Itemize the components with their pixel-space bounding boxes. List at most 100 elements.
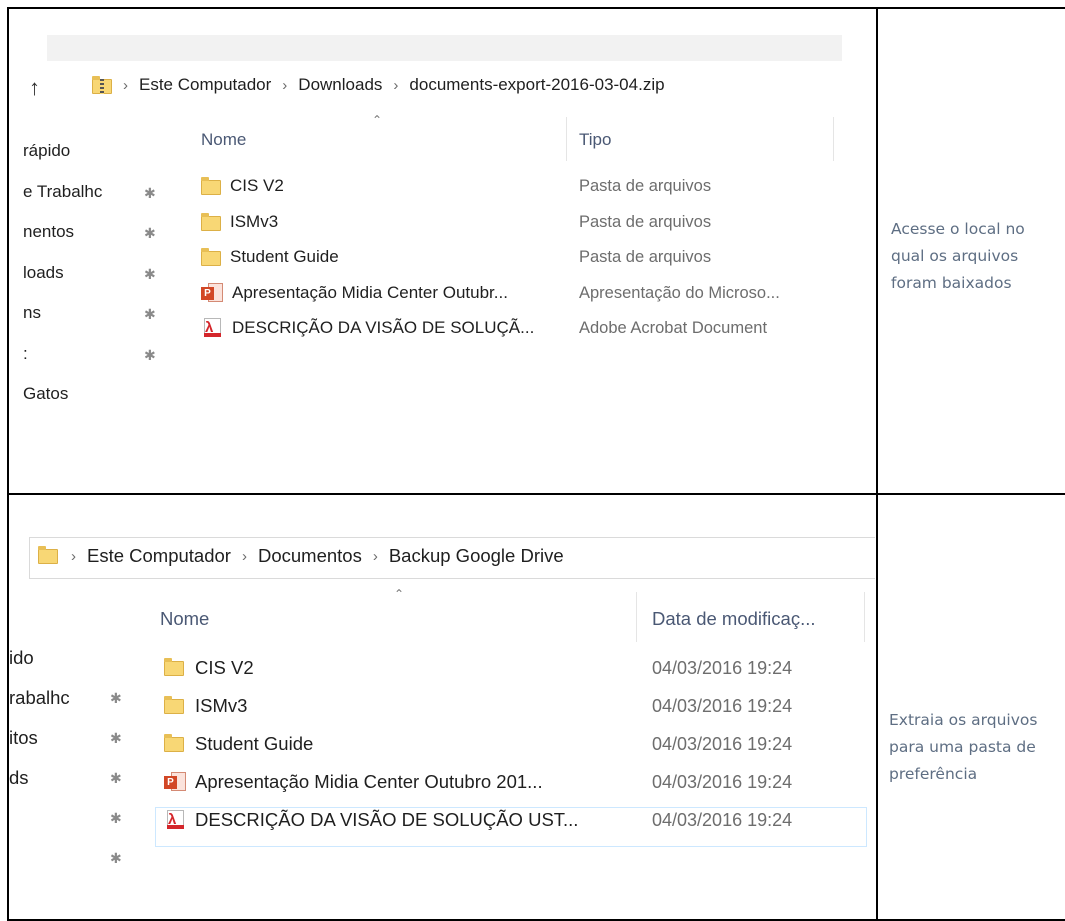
file-row[interactable]: λ DESCRIÇÃO DA VISÃO DE SOLUÇÃ... xyxy=(201,318,534,338)
file-row[interactable]: CIS V2 xyxy=(201,176,284,196)
file-type: Adobe Acrobat Document xyxy=(579,319,768,337)
file-date-modified: 04/03/2016 19:24 xyxy=(652,772,793,792)
breadcrumb-backup-google-drive[interactable]: Backup Google Drive xyxy=(389,545,564,567)
nav-item[interactable]: rápido xyxy=(23,141,70,161)
caption-line: Extraia os arquivos xyxy=(889,711,1038,729)
explorer-screenshot-backup: › Este Computador › Documentos › Backup … xyxy=(9,517,875,907)
pin-icon[interactable]: ✱ xyxy=(144,225,156,242)
pin-icon[interactable]: ✱ xyxy=(144,185,156,202)
nav-item[interactable]: : xyxy=(23,344,28,364)
file-type: Pasta de arquivos xyxy=(579,212,712,231)
caption-line: Acesse o local no xyxy=(891,220,1025,238)
folder-icon xyxy=(201,248,221,266)
sort-caret-icon: ⌃ xyxy=(394,587,405,601)
file-name: ISMv3 xyxy=(230,211,279,231)
column-divider[interactable] xyxy=(833,117,834,161)
file-row[interactable]: ISMv3 xyxy=(164,695,247,717)
column-divider[interactable] xyxy=(636,592,637,642)
table-column-divider xyxy=(876,7,878,921)
folder-icon xyxy=(201,177,221,195)
file-date-modified: 04/03/2016 19:24 xyxy=(652,696,793,716)
folder-icon xyxy=(164,658,186,678)
file-row[interactable]: ISMv3 xyxy=(201,212,278,232)
file-name: Student Guide xyxy=(195,733,314,754)
caption-line: foram baixados xyxy=(891,274,1012,292)
zip-folder-icon xyxy=(92,76,112,94)
breadcrumb-separator: › xyxy=(123,76,128,94)
nav-item[interactable]: ds xyxy=(9,767,29,789)
column-header-type[interactable]: Tipo xyxy=(579,130,611,150)
breadcrumb-este-computador[interactable]: Este Computador xyxy=(139,75,271,95)
file-row[interactable]: P Apresentação Midia Center Outubr... xyxy=(201,282,508,303)
file-name: CIS V2 xyxy=(230,176,284,195)
breadcrumb-este-computador[interactable]: Este Computador xyxy=(87,545,231,567)
pin-icon[interactable]: ✱ xyxy=(144,347,156,364)
file-name: ISMv3 xyxy=(195,695,248,716)
folder-icon xyxy=(164,696,186,716)
column-divider[interactable] xyxy=(864,592,865,642)
file-row[interactable]: Student Guide xyxy=(201,247,339,267)
pin-icon[interactable]: ✱ xyxy=(144,266,156,283)
pin-icon[interactable]: ✱ xyxy=(144,306,156,323)
file-date-modified: 04/03/2016 19:24 xyxy=(652,810,793,830)
step-caption-1: Acesse o local no qual os arquivos foram… xyxy=(891,216,1025,297)
column-divider[interactable] xyxy=(566,117,567,161)
file-name: Apresentação Midia Center Outubr... xyxy=(232,282,508,302)
nav-item[interactable]: e Trabalhc xyxy=(23,182,102,202)
up-arrow-icon[interactable]: ↑ xyxy=(29,75,40,101)
explorer-screenshot-downloads: ↑ › Este Computador › Downloads › docume… xyxy=(23,29,843,425)
file-date-modified: 04/03/2016 19:24 xyxy=(652,734,793,754)
table-row-divider xyxy=(7,493,1065,495)
file-name: Apresentação Midia Center Outubro 201... xyxy=(195,771,543,792)
address-bar[interactable]: › Este Computador › Documentos › Backup … xyxy=(38,545,564,567)
pin-icon[interactable]: ✱ xyxy=(110,850,122,867)
nav-item[interactable]: itos xyxy=(9,727,38,749)
file-type: Pasta de arquivos xyxy=(579,248,712,266)
breadcrumb-separator: › xyxy=(71,547,76,565)
pin-icon[interactable]: ✱ xyxy=(110,690,122,707)
breadcrumb-separator: › xyxy=(393,76,399,94)
column-header-name[interactable]: Nome xyxy=(160,608,209,630)
file-name: DESCRIÇÃO DA VISÃO DE SOLUÇÃO UST... xyxy=(195,809,579,830)
file-date-modified: 04/03/2016 19:24 xyxy=(652,658,793,678)
breadcrumb-zip-file[interactable]: documents-export-2016-03-04.zip xyxy=(409,75,664,95)
file-type: Pasta de arquivos xyxy=(579,177,712,195)
nav-item[interactable]: ido xyxy=(9,647,34,669)
nav-item[interactable]: rabalhc xyxy=(9,687,70,709)
pdf-icon: λ xyxy=(164,810,186,830)
caption-line: preferência xyxy=(889,765,978,783)
breadcrumb-documentos[interactable]: Documentos xyxy=(258,545,362,567)
caption-line: para uma pasta de xyxy=(889,738,1036,756)
pin-icon[interactable]: ✱ xyxy=(110,810,122,827)
powerpoint-icon: P xyxy=(201,282,223,303)
file-name: Student Guide xyxy=(230,247,339,266)
folder-icon xyxy=(201,212,221,231)
file-name: DESCRIÇÃO DA VISÃO DE SOLUÇÃ... xyxy=(232,318,535,337)
caption-line: qual os arquivos xyxy=(891,247,1019,265)
file-row[interactable]: P Apresentação Midia Center Outubro 201..… xyxy=(164,771,543,793)
pin-icon[interactable]: ✱ xyxy=(110,770,122,787)
step-caption-2: Extraia os arquivos para uma pasta de pr… xyxy=(889,707,1037,788)
column-header-name[interactable]: Nome xyxy=(201,130,246,150)
file-name: CIS V2 xyxy=(195,657,254,678)
nav-item[interactable]: nentos xyxy=(23,222,74,242)
address-bar[interactable]: › Este Computador › Downloads › document… xyxy=(92,75,665,95)
nav-item[interactable]: ns xyxy=(23,303,41,323)
column-header-date-modified[interactable]: Data de modificaç... xyxy=(652,608,816,630)
folder-icon xyxy=(38,546,60,566)
breadcrumb-downloads[interactable]: Downloads xyxy=(298,75,382,95)
nav-item[interactable]: Gatos xyxy=(23,384,68,404)
breadcrumb-separator: › xyxy=(282,76,288,94)
file-row[interactable]: Student Guide xyxy=(164,733,313,755)
powerpoint-icon: P xyxy=(164,772,186,792)
file-row[interactable]: CIS V2 xyxy=(164,657,254,679)
pin-icon[interactable]: ✱ xyxy=(110,730,122,747)
ribbon-strip xyxy=(47,35,842,61)
nav-item[interactable]: loads xyxy=(23,263,64,283)
pdf-icon: λ xyxy=(201,318,223,338)
file-type: Apresentação do Microso... xyxy=(579,283,780,302)
breadcrumb-separator: › xyxy=(241,547,247,565)
breadcrumb-separator: › xyxy=(372,547,378,565)
folder-icon xyxy=(164,734,186,754)
file-row[interactable]: λ DESCRIÇÃO DA VISÃO DE SOLUÇÃO UST... xyxy=(164,809,578,831)
